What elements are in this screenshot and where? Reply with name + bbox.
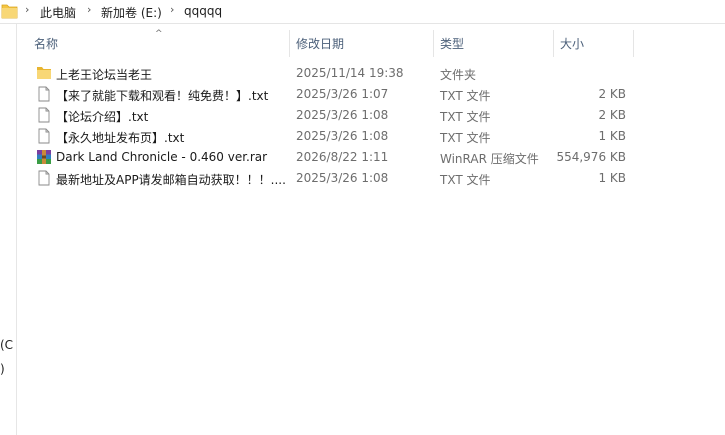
breadcrumb-current-folder[interactable]: qqqqq: [184, 4, 222, 18]
file-date: 2025/3/26 1:08: [296, 171, 389, 185]
file-date: 2026/8/22 1:11: [296, 150, 389, 164]
txt-file-icon: [38, 86, 50, 102]
navigation-pane[interactable]: (C ): [0, 24, 17, 435]
column-divider[interactable]: [633, 30, 634, 57]
column-header-date-label: 修改日期: [296, 37, 345, 51]
column-header-name[interactable]: 名称: [34, 30, 284, 57]
file-size: 1 KB: [598, 129, 626, 143]
file-name: 【论坛介绍】.txt: [56, 110, 149, 124]
column-divider[interactable]: [433, 30, 434, 57]
nav-item-drive-c-partial[interactable]: (C: [0, 338, 13, 352]
txt-file-icon: [38, 170, 50, 186]
file-row[interactable]: 最新地址及APP请发邮箱自动获取！！！.... 2025/3/26 1:08 T…: [30, 168, 636, 189]
file-name: 上老王论坛当老王: [56, 68, 153, 82]
file-type: TXT 文件: [440, 110, 491, 124]
file-date: 2025/3/26 1:08: [296, 108, 389, 122]
file-type: TXT 文件: [440, 89, 491, 103]
txt-file-icon: [38, 128, 50, 144]
file-size: 1 KB: [598, 171, 626, 185]
file-date: 2025/11/14 19:38: [296, 66, 404, 80]
file-size: 2 KB: [598, 87, 626, 101]
file-row[interactable]: Dark Land Chronicle - 0.460 ver.rar 2026…: [30, 147, 636, 168]
folder-icon: [1, 4, 18, 19]
file-row[interactable]: 【永久地址发布页】.txt 2025/3/26 1:08 TXT 文件 1 KB: [30, 126, 636, 147]
file-date: 2025/3/26 1:08: [296, 129, 389, 143]
column-header-size-label: 大小: [560, 37, 585, 51]
file-type: WinRAR 压缩文件: [440, 152, 539, 166]
file-row[interactable]: 【论坛介绍】.txt 2025/3/26 1:08 TXT 文件 2 KB: [30, 105, 636, 126]
file-row-folder[interactable]: 上老王论坛当老王 2025/11/14 19:38 文件夹: [30, 63, 636, 84]
file-name: 【永久地址发布页】.txt: [56, 131, 185, 145]
file-row[interactable]: 【来了就能下载和观看！纯免费！】.txt 2025/3/26 1:07 TXT …: [30, 84, 636, 105]
column-header-size[interactable]: 大小: [560, 30, 630, 57]
winrar-archive-icon: [37, 150, 51, 164]
file-type: 文件夹: [440, 68, 477, 82]
chevron-right-icon[interactable]: ›: [25, 3, 29, 16]
file-date: 2025/3/26 1:07: [296, 87, 389, 101]
chevron-right-icon[interactable]: ›: [170, 3, 174, 16]
column-divider[interactable]: [553, 30, 554, 57]
folder-icon: [37, 67, 51, 79]
file-name: 【来了就能下载和观看！纯免费！】.txt: [56, 89, 269, 103]
address-bar[interactable]: › 此电脑 › 新加卷 (E:) › qqqqq: [0, 0, 725, 24]
nav-item-partial[interactable]: ): [0, 362, 5, 376]
file-type: TXT 文件: [440, 131, 491, 145]
file-size: 554,976 KB: [556, 150, 626, 164]
column-header-type-label: 类型: [440, 37, 465, 51]
breadcrumb-drive-e[interactable]: 新加卷 (E:): [101, 4, 162, 21]
chevron-right-icon[interactable]: ›: [87, 3, 91, 16]
file-name: Dark Land Chronicle - 0.460 ver.rar: [56, 150, 268, 164]
file-name: 最新地址及APP请发邮箱自动获取！！！....: [56, 173, 286, 187]
column-divider[interactable]: [289, 30, 290, 57]
txt-file-icon: [38, 107, 50, 123]
column-header-date[interactable]: 修改日期: [296, 30, 436, 57]
file-type: TXT 文件: [440, 173, 491, 187]
column-header-name-label: 名称: [34, 37, 59, 51]
column-header-type[interactable]: 类型: [440, 30, 550, 57]
file-size: 2 KB: [598, 108, 626, 122]
column-header-row: 名称 修改日期 类型 大小: [28, 30, 638, 57]
breadcrumb-this-pc[interactable]: 此电脑: [40, 4, 76, 21]
